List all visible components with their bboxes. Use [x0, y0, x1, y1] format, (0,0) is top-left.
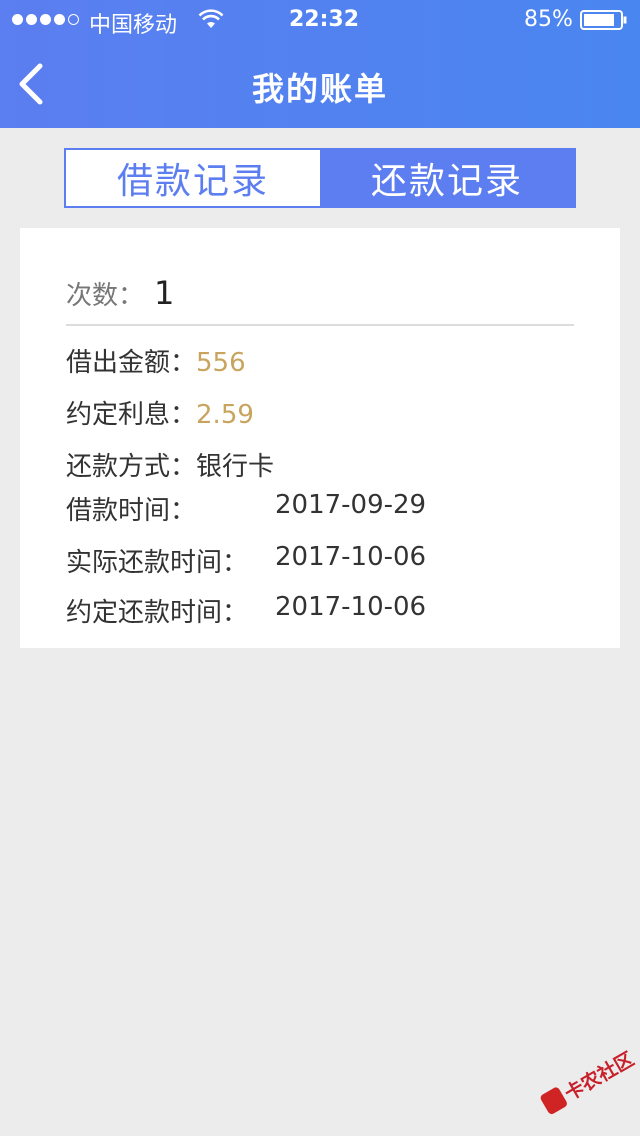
app-header: 中国移动 22:32 85% 我的账单 — [0, 0, 640, 128]
repay-method-row: 还款方式：银行卡 — [66, 446, 274, 483]
divider — [66, 324, 574, 326]
loan-time-label: 借款时间： — [66, 496, 197, 526]
loan-amount-value: 556 — [196, 348, 246, 378]
agreed-repay-time-value: 2017-10-06 — [275, 592, 427, 622]
agreed-repay-time-label: 约定还款时间： — [66, 598, 249, 628]
battery-percentage: 85% — [524, 7, 573, 32]
watermark: 卡农社区 — [527, 1026, 640, 1136]
interest-label: 约定利息： — [66, 400, 197, 430]
tab-loan-records[interactable]: 借款记录 — [66, 150, 320, 206]
loan-amount-label: 借出金额： — [66, 348, 197, 378]
repay-method-label: 还款方式： — [66, 452, 197, 482]
loan-amount-row: 借出金额：556 — [66, 342, 246, 379]
actual-repay-time-row: 实际还款时间： 2017-10-06 — [66, 542, 426, 579]
interest-row: 约定利息：2.59 — [66, 394, 254, 431]
loan-time-value: 2017-09-29 — [275, 490, 427, 520]
actual-repay-time-label: 实际还款时间： — [66, 548, 249, 578]
repay-method-value: 银行卡 — [196, 452, 275, 482]
actual-repay-time-value: 2017-10-06 — [275, 542, 427, 572]
count-label: 次数： — [66, 281, 145, 311]
interest-value: 2.59 — [196, 400, 254, 430]
record-card: 次数： 1 借出金额：556 约定利息：2.59 还款方式：银行卡 借款时间： … — [20, 228, 620, 648]
status-bar: 中国移动 22:32 85% — [0, 0, 640, 40]
count-value: 1 — [154, 274, 175, 312]
watermark-text: 卡农社区 — [560, 1047, 638, 1105]
count-row: 次数： 1 — [66, 274, 174, 312]
battery-icon — [580, 10, 627, 30]
page-title: 我的账单 — [251, 70, 388, 108]
agreed-repay-time-row: 约定还款时间： 2017-10-06 — [66, 592, 426, 629]
tab-repayment-records[interactable]: 还款记录 — [320, 150, 574, 206]
record-tabs: 借款记录 还款记录 — [64, 148, 576, 208]
loan-time-row: 借款时间： 2017-09-29 — [66, 490, 426, 527]
